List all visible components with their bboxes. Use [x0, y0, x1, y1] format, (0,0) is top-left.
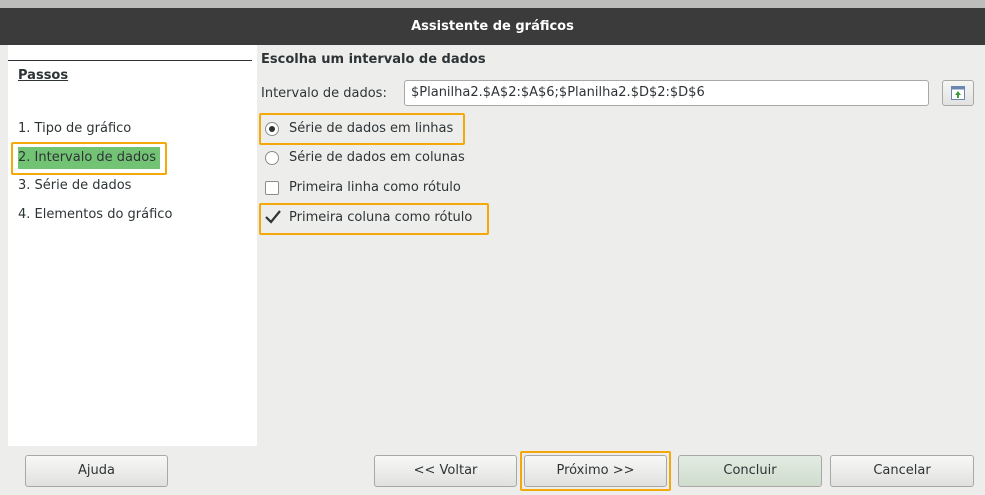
option-first-col-label-text: Primeira coluna como rótulo: [289, 210, 473, 225]
finish-button[interactable]: Concluir: [678, 455, 822, 487]
step-chart-elements[interactable]: 4. Elementos do gráfico: [18, 204, 176, 226]
radio-rows[interactable]: [265, 122, 279, 136]
option-first-row-label-text: Primeira linha como rótulo: [289, 180, 461, 195]
back-button[interactable]: << Voltar: [374, 455, 517, 487]
option-series-rows-label: Série de dados em linhas: [289, 121, 454, 136]
panel-divider: [252, 45, 257, 446]
cancel-button[interactable]: Cancelar: [830, 455, 974, 487]
data-range-input[interactable]: $Planilha2.$A$2:$A$6;$Planilha2.$D$2:$D$…: [404, 80, 929, 106]
section-heading: Escolha um intervalo de dados: [261, 52, 486, 67]
window-title: Assistente de gráficos: [0, 8, 985, 45]
top-strip: [0, 0, 985, 8]
select-range-button[interactable]: [942, 80, 974, 106]
step-chart-type[interactable]: 1. Tipo de gráfico: [18, 118, 135, 140]
select-range-icon: [951, 86, 965, 100]
range-label: Intervalo de dados:: [261, 86, 387, 101]
help-button[interactable]: Ajuda: [25, 455, 168, 487]
step-data-series[interactable]: 3. Série de dados: [18, 175, 135, 197]
step-data-range[interactable]: 2. Intervalo de dados: [18, 147, 160, 169]
checkbox-first-row[interactable]: [265, 181, 279, 195]
option-series-columns-label: Série de dados em colunas: [289, 150, 465, 165]
checkmark-icon[interactable]: [264, 209, 282, 225]
next-button[interactable]: Próximo >>: [524, 455, 667, 487]
radio-columns[interactable]: [265, 151, 279, 165]
steps-panel: Passos 1. Tipo de gráfico 2. Intervalo d…: [8, 45, 252, 446]
steps-title: Passos: [18, 68, 69, 83]
steps-divider: [8, 60, 252, 61]
